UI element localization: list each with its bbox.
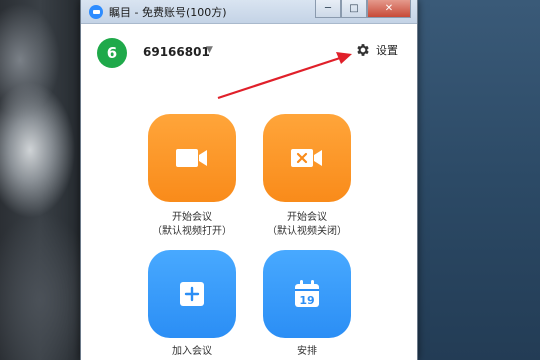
annotation-arrow [217,52,352,100]
